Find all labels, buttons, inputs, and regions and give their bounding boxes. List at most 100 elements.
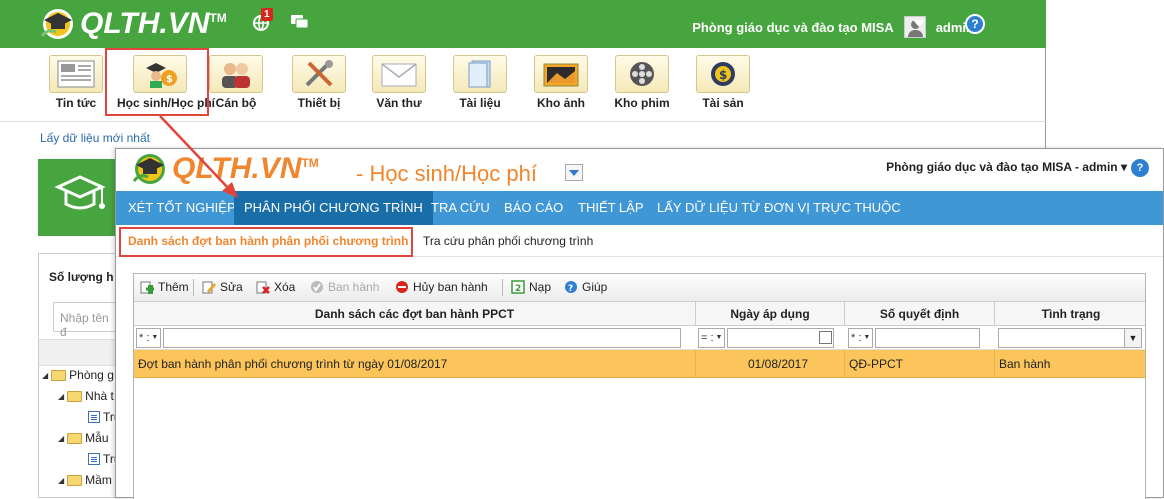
app-label: Thiết bị (297, 96, 341, 110)
filter-decision: * : ▼ (848, 328, 981, 348)
brand-logo[interactable]: QLTH.VN TM (36, 6, 227, 42)
app-mail[interactable]: Văn thư (360, 55, 438, 110)
filter-row: * : ▼ = : ▼ * : ▼ ▼ (134, 326, 1145, 350)
highlight-subnav-box (119, 227, 413, 257)
help-button[interactable]: ? Giúp (564, 280, 607, 294)
help-icon[interactable]: ? (1131, 159, 1149, 177)
filter-operator[interactable]: * : ▼ (848, 328, 874, 348)
module-window: QLTH.VN TM - Học sinh/Học phí Phòng giáo… (115, 148, 1164, 499)
tree-node[interactable]: ◢ Phòng g (42, 368, 114, 382)
app-label: Văn thư (376, 96, 422, 110)
tree-node[interactable]: ◢ Mầm (58, 473, 112, 487)
column-header[interactable]: Danh sách các đợt ban hành PPCT (134, 302, 696, 326)
chevron-down-icon: ▼ (715, 334, 723, 341)
mail-icon (372, 55, 426, 93)
staff-icon (209, 55, 263, 93)
film-icon (615, 55, 669, 93)
edit-icon (202, 280, 216, 294)
expand-icon[interactable]: ◢ (58, 392, 64, 401)
nav-graduation[interactable]: XÉT TỐT NGHIỆP (118, 191, 246, 225)
app-film[interactable]: Kho phim (603, 55, 681, 110)
add-icon (140, 280, 154, 294)
asset-icon: $ (696, 55, 750, 93)
toolbar-separator (502, 279, 503, 296)
tree-label: Phòng g (69, 368, 114, 382)
grid-header: Danh sách các đợt ban hành PPCT Ngày áp … (134, 302, 1145, 326)
chevron-down-icon: ▼ (1124, 329, 1141, 347)
filter-input[interactable] (163, 328, 682, 348)
expand-icon[interactable]: ◢ (58, 476, 64, 485)
svg-text:2: 2 (515, 284, 521, 294)
toolbar-separator (193, 279, 194, 296)
cancel-publish-icon (395, 280, 409, 294)
nav-lookup[interactable]: TRA CỨU (421, 191, 500, 225)
trademark: TM (301, 156, 319, 170)
reload-label: Nạp (529, 280, 552, 294)
app-news[interactable]: Tin tức (37, 55, 115, 110)
publish-icon (310, 280, 324, 294)
folder-icon (67, 474, 83, 486)
nav-curriculum[interactable]: PHÂN PHỐI CHƯƠNG TRÌNH (234, 191, 433, 225)
filter-input[interactable] (727, 328, 835, 348)
app-label: Tài liệu (459, 96, 501, 110)
tree-label: Nhà t (85, 389, 114, 403)
chevron-down-icon: ▼ (863, 334, 871, 341)
equipment-icon (292, 55, 346, 93)
help-icon[interactable]: ? (965, 14, 985, 34)
expand-icon[interactable]: ◢ (58, 434, 64, 443)
app-equipment[interactable]: Thiết bị (280, 55, 358, 110)
grid-toolbar: Thêm Sửa Xóa Ban hành Hủy ban hành 2 Nạp (134, 274, 1145, 302)
highlight-app-box (105, 48, 209, 116)
filter-operator[interactable]: * : ▼ (136, 328, 162, 348)
column-header[interactable]: Số quyết định (845, 302, 995, 326)
add-button[interactable]: Thêm (140, 280, 189, 294)
delete-icon (256, 280, 270, 294)
app-label: Kho phim (614, 96, 670, 110)
column-header[interactable]: Tình trạng (995, 302, 1147, 326)
refresh-link[interactable]: Lấy dữ liệu mới nhất (40, 131, 150, 145)
edit-button[interactable]: Sửa (202, 280, 243, 294)
module-logo[interactable]: QLTH.VN TM (128, 151, 319, 187)
add-label: Thêm (158, 280, 189, 294)
table-row[interactable]: Đợt ban hành phân phối chương trình từ n… (134, 350, 1145, 378)
chevron-down-icon: ▼ (151, 334, 159, 341)
subnav-curriculum-lookup[interactable]: Tra cứu phân phối chương trình (423, 234, 593, 248)
app-asset[interactable]: $ Tài sản (684, 55, 762, 110)
nav-settings[interactable]: THIẾT LẬP (568, 191, 654, 225)
tree-node[interactable]: ◢ Mẫu (58, 431, 109, 445)
account-menu[interactable]: Phòng giáo dục và đào tạo MISA - admin ▾ (886, 160, 1127, 174)
svg-text:?: ? (568, 284, 573, 294)
reload-button[interactable]: 2 Nạp (511, 280, 551, 294)
delete-button[interactable]: Xóa (256, 280, 295, 294)
filter-operator[interactable]: = : ▼ (698, 328, 726, 348)
cancel-publish-label: Hủy ban hành (413, 280, 488, 294)
app-photo[interactable]: Kho ảnh (522, 55, 600, 110)
chat-icon[interactable] (291, 15, 309, 36)
app-label: Kho ảnh (537, 96, 585, 110)
cancel-publish-button[interactable]: Hủy ban hành (395, 280, 488, 294)
module-tile[interactable] (38, 159, 120, 236)
app-document[interactable]: Tài liệu (441, 55, 519, 110)
nav-sync[interactable]: LẤY DỮ LIỆU TỪ ĐƠN VỊ TRỰC THUỘC (647, 191, 911, 225)
nav-report[interactable]: BÁO CÁO (494, 191, 573, 225)
filter-input[interactable] (875, 328, 981, 348)
help-icon: ? (564, 280, 578, 294)
status-select[interactable]: ▼ (998, 328, 1142, 348)
account-area[interactable]: Phòng giáo dục và đào tạo MISA admin (692, 16, 974, 38)
org-name: Phòng giáo dục và đào tạo MISA (692, 19, 894, 35)
module-dropdown-icon[interactable] (565, 164, 583, 181)
publish-button[interactable]: Ban hành (310, 280, 379, 294)
module-title: - Học sinh/Học phí (356, 161, 537, 186)
app-label: Tài sản (702, 96, 744, 110)
tree-label: Mẫu (85, 431, 109, 445)
brand-text: QLTH.VN (80, 7, 210, 40)
search-input[interactable]: Nhập tên đ (53, 302, 123, 339)
calendar-icon[interactable] (819, 331, 833, 344)
column-header[interactable]: Ngày áp dụng (696, 302, 845, 326)
chevron-down-icon[interactable] (913, 20, 925, 27)
tree-node[interactable]: ◢ Nhà t (58, 389, 114, 403)
filter-name: * : ▼ (136, 328, 682, 348)
folder-icon (51, 369, 67, 381)
expand-icon[interactable]: ◢ (42, 371, 48, 380)
publish-label: Ban hành (328, 280, 380, 294)
